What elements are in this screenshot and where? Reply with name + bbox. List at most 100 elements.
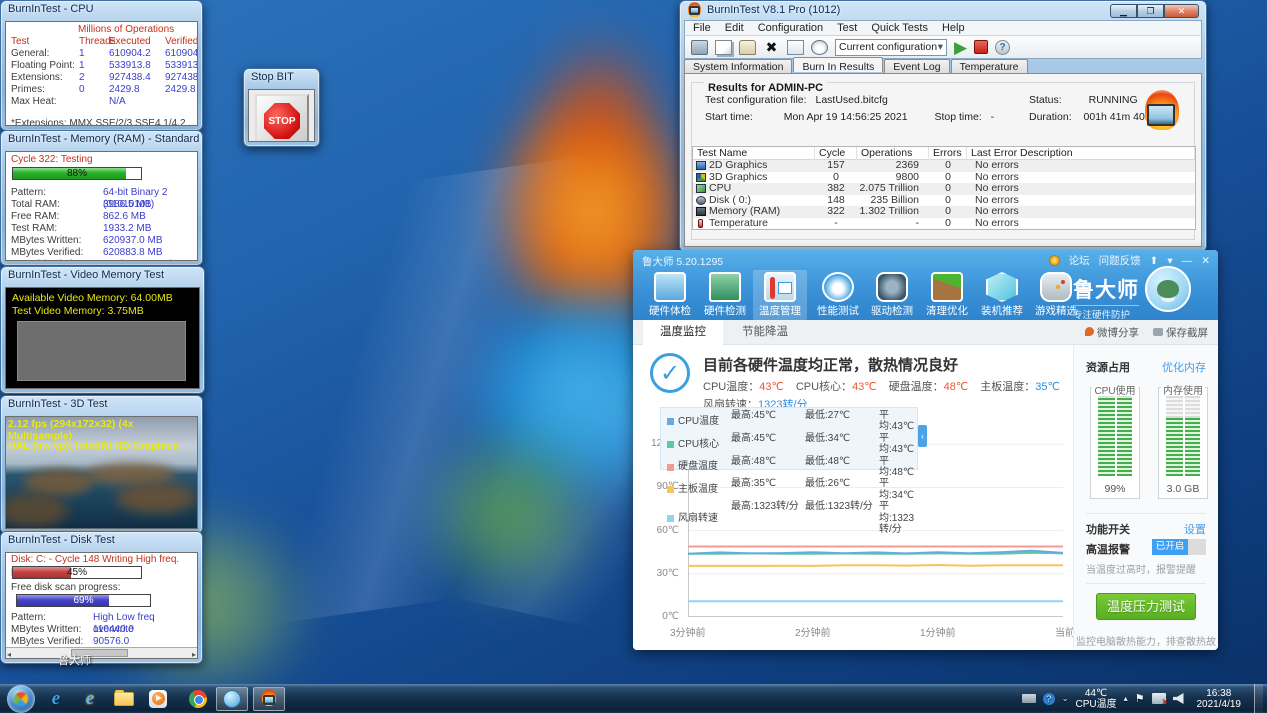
optimize-memory-link[interactable]: 优化内存 (1162, 359, 1206, 375)
taskbar-ludashi-icon[interactable] (216, 687, 248, 711)
menu-quick-tests[interactable]: Quick Tests (871, 22, 928, 34)
share-icon[interactable]: ⬆ (1150, 255, 1159, 267)
tray-overflow-caret[interactable]: ⌄ (1062, 694, 1069, 703)
disk-temp-value: 48℃ (944, 381, 969, 393)
memory-window-titlebar[interactable]: BurnInTest - Memory (RAM) - Standard (1, 131, 202, 148)
start-time-line: Start time: Mon Apr 19 14:56:25 2021 Sto… (705, 111, 994, 123)
start-button[interactable] (7, 685, 35, 713)
mini-chart-icon (778, 282, 792, 294)
hidden-icons-arrow[interactable]: ▴ (1124, 694, 1128, 703)
copy-icon[interactable] (715, 40, 732, 55)
temperature-readings: CPU温度：43℃ CPU核心：43℃ 硬盘温度：48℃ 主板温度：35℃ (703, 378, 1060, 394)
save-screenshot-link[interactable]: 保存截屏 (1153, 325, 1208, 340)
tab-event-log[interactable]: Event Log (884, 59, 949, 74)
taskbar-ie-icon[interactable]: e (43, 688, 69, 710)
scroll-right-arrow[interactable]: ▸ (192, 649, 196, 659)
action-center-flag-icon[interactable]: ⚑ (1135, 692, 1145, 705)
legend-row: 主板温度最高:35℃最低:26℃平均:34℃ (661, 478, 917, 501)
stop-tests-button[interactable] (974, 40, 988, 54)
nav-temperature-management[interactable]: 温度管理 (753, 270, 807, 320)
table-row[interactable]: 3D Graphics 098000No errors (693, 172, 1195, 184)
clock[interactable]: 16:382021/4/19 (1191, 688, 1248, 710)
scroll-left-arrow[interactable]: ◂ (7, 649, 11, 659)
menu-file[interactable]: File (693, 22, 711, 34)
nav-hardware-detect[interactable]: 硬件检测 (698, 270, 752, 320)
taskbar-ie2-icon[interactable]: e (77, 688, 103, 710)
help-icon[interactable]: ? (995, 40, 1010, 55)
3d-window-titlebar[interactable]: BurnInTest - 3D Test (1, 396, 202, 413)
temperature-stress-test-button[interactable]: 温度压力测试 (1096, 593, 1196, 620)
taskbar-chrome-icon[interactable] (185, 688, 211, 710)
ludashi-minimize-icon[interactable]: — (1182, 255, 1193, 267)
gamepad-icon (1040, 272, 1072, 302)
report-icon[interactable] (691, 40, 708, 55)
forum-link[interactable]: 论坛 (1069, 253, 1090, 268)
nav-build-recommend[interactable]: 装机推荐 (975, 270, 1029, 320)
alarm-toggle[interactable]: 已开启 (1152, 539, 1206, 555)
video-window-titlebar[interactable]: BurnInTest - Video Memory Test (1, 267, 204, 284)
table-row[interactable]: Memory (RAM) 3221.302 Trillion0No errors (693, 206, 1195, 218)
disk-progress-label: 45% (13, 567, 141, 579)
skin-menu-icon[interactable]: ▾ (1167, 255, 1172, 267)
maximize-button[interactable]: ❐ (1137, 4, 1164, 18)
network-icon[interactable]: ✕ (1152, 693, 1166, 704)
medal-icon[interactable] (1049, 255, 1060, 266)
y-tick: 30℃ (657, 568, 679, 579)
nav-performance-test[interactable]: 性能测试 (811, 270, 865, 320)
nav-hardware-checkup[interactable]: 硬件体检 (643, 270, 697, 320)
show-desktop-button[interactable] (1254, 684, 1263, 713)
start-tests-button[interactable]: ▶ (954, 39, 967, 56)
weibo-share-link[interactable]: 微博分享 (1085, 325, 1139, 340)
function-switch-header: 功能开关 设置 (1086, 521, 1206, 537)
memory-usage-value: 3.0 GB (1159, 483, 1207, 495)
main-tabstrip: System Information Burn In Results Event… (684, 59, 1029, 74)
menu-configuration[interactable]: Configuration (758, 22, 823, 34)
x-tick: 1分钟前 (920, 624, 980, 639)
clipboard-icon[interactable] (739, 40, 756, 55)
table-row[interactable]: CPU 3822.075 Trillion0No errors (693, 183, 1195, 195)
close-button[interactable]: ✕ (1164, 4, 1199, 18)
cpu-usage-value: 99% (1091, 483, 1139, 495)
alarm-description: 当温度过高时，报警提醒 (1086, 561, 1196, 576)
menu-help[interactable]: Help (942, 22, 965, 34)
tray-temperature[interactable]: 44℃CPU温度 (1075, 688, 1116, 710)
tab-temperature-monitor[interactable]: 温度监控 (643, 320, 723, 345)
stopbit-titlebar[interactable]: Stop BIT (244, 69, 319, 86)
cpu-window-titlebar[interactable]: BurnInTest - CPU (1, 1, 202, 18)
feedback-link[interactable]: 问题反馈 (1099, 253, 1141, 268)
nav-cleanup-optimize[interactable]: 清理优化 (920, 270, 974, 320)
tab-energy-cooling[interactable]: 节能降温 (725, 320, 805, 345)
disk-window-titlebar[interactable]: BurnInTest - Disk Test (1, 532, 202, 549)
tab-system-information[interactable]: System Information (684, 59, 792, 74)
taskbar-media-player-icon[interactable] (145, 688, 171, 710)
desktop-shortcut-ludashi[interactable]: 鲁大师 (58, 652, 91, 668)
tray-help-icon[interactable]: ? (1043, 693, 1055, 705)
ludashi-close-icon[interactable]: ✕ (1201, 255, 1210, 267)
col-test-name[interactable]: Test Name (693, 147, 815, 160)
nav-driver-detect[interactable]: 驱动检测 (865, 270, 919, 320)
table-row[interactable]: Disk ( 0:) 148235 Billion0No errors (693, 195, 1195, 207)
tab-burn-in-results[interactable]: Burn In Results (793, 57, 883, 72)
ludashi-header[interactable]: 鲁大师 5.20.1295 论坛 问题反馈 ⬆ ▾ — ✕ 硬件体检 硬件检测 (633, 250, 1218, 320)
gauge-icon[interactable] (811, 40, 828, 55)
burnintest-memory-window: BurnInTest - Memory (RAM) - Standard Cyc… (0, 130, 203, 266)
menu-test[interactable]: Test (837, 22, 857, 34)
menu-edit[interactable]: Edit (725, 22, 744, 34)
horizontal-scrollbar[interactable]: ◂ ▸ (6, 647, 197, 658)
minimize-button[interactable]: ▁ (1110, 4, 1137, 18)
taskbar-explorer-icon[interactable] (111, 688, 137, 710)
stop-bit-button[interactable]: STOP (255, 94, 309, 142)
tray-device-icon[interactable] (1022, 694, 1036, 703)
configuration-select[interactable]: Current configuration ▾ (835, 39, 947, 56)
legend-collapse-handle[interactable]: ‹ (918, 425, 927, 447)
stopbit-client: STOP (248, 89, 315, 142)
delete-icon[interactable]: ✖ (763, 40, 780, 55)
table-row[interactable]: Temperature --0No errors (693, 218, 1195, 230)
taskbar-burnintest-icon[interactable] (253, 687, 285, 711)
log-icon[interactable] (787, 40, 804, 55)
settings-link[interactable]: 设置 (1184, 521, 1206, 537)
volume-icon[interactable] (1173, 693, 1184, 704)
table-row[interactable]: 2D Graphics 15723690No errors (693, 160, 1195, 172)
3d-window-client: 2.12 fps (294x172x32) (4x Multisample) H… (5, 416, 198, 529)
tab-temperature[interactable]: Temperature (951, 59, 1028, 74)
